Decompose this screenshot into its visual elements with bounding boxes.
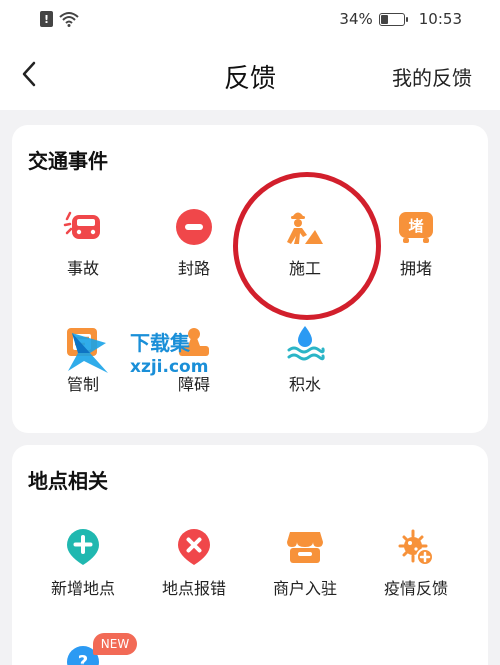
traffic-item-accident[interactable]: 事故 xyxy=(28,207,138,279)
clock: 10:53 xyxy=(418,10,462,28)
shop-icon xyxy=(285,527,325,567)
navbar: 反馈 我的反馈 xyxy=(0,38,500,110)
section-title-place: 地点相关 xyxy=(28,469,108,493)
my-feedback-link[interactable]: 我的反馈 xyxy=(392,62,472,91)
battery-fill xyxy=(380,14,389,24)
grid-label: 新增地点 xyxy=(50,579,115,598)
grid-label: 商户入驻 xyxy=(272,579,337,598)
watermark-logo: 下载集 xzji.com xyxy=(60,325,220,380)
status-left: ! xyxy=(40,11,79,27)
grid-label: 封路 xyxy=(177,259,210,278)
status-bar: ! 34% 10:53 xyxy=(0,0,500,38)
location-error-icon xyxy=(174,527,214,567)
water-icon xyxy=(285,323,325,363)
svg-text:堵: 堵 xyxy=(408,217,423,235)
car-crash-icon xyxy=(63,207,103,247)
new-badge: NEW xyxy=(93,633,137,655)
grid-label: 积水 xyxy=(288,375,321,394)
svg-text:?: ? xyxy=(78,652,88,665)
congestion-icon: 堵 xyxy=(396,207,436,247)
grid-label: 事故 xyxy=(66,259,99,278)
place-item-location-error[interactable]: 地点报错 xyxy=(139,527,249,599)
add-location-icon xyxy=(63,527,103,567)
highlight-circle xyxy=(233,172,381,320)
place-item-epidemic[interactable]: 疫情反馈 xyxy=(361,527,471,599)
place-item-add-location[interactable]: 新增地点 xyxy=(28,527,138,599)
place-item-merchant[interactable]: 商户入驻 xyxy=(250,527,360,599)
grid-label: 地点报错 xyxy=(161,579,226,598)
virus-icon xyxy=(396,527,436,567)
watermark-text-url: xzji.com xyxy=(130,357,208,377)
wifi-icon xyxy=(59,12,79,27)
sim-alert-icon: ! xyxy=(40,11,53,27)
battery-icon xyxy=(378,12,408,26)
no-entry-icon xyxy=(174,207,214,247)
battery-percent: 34% xyxy=(339,10,373,28)
grid-label: 疫情反馈 xyxy=(383,579,448,598)
traffic-item-water[interactable]: 积水 xyxy=(250,323,360,395)
status-right: 34% 10:53 xyxy=(339,10,462,28)
section-title-traffic: 交通事件 xyxy=(28,149,108,173)
watermark-text-cn: 下载集 xyxy=(130,331,191,355)
